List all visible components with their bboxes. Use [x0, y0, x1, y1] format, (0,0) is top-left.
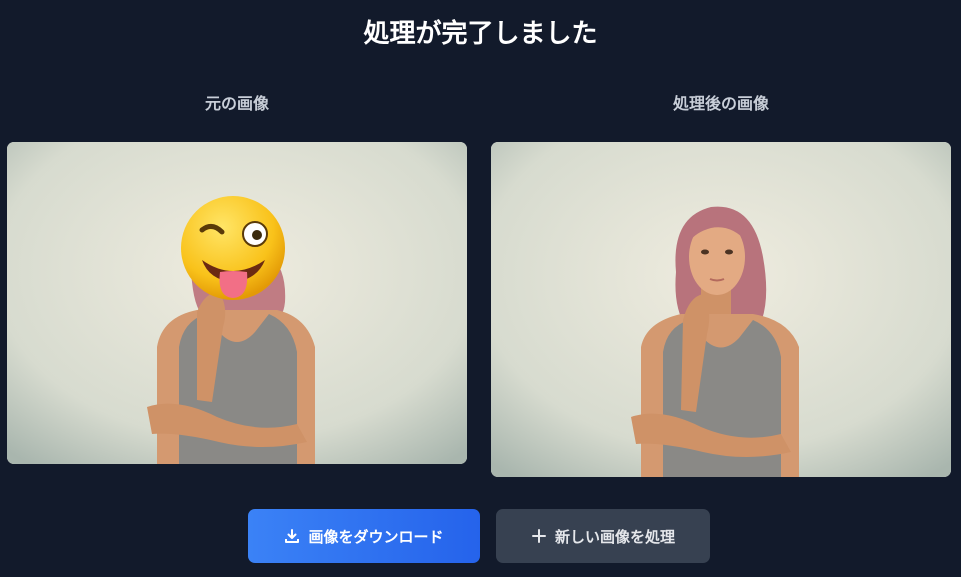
download-button-label: 画像をダウンロード [308, 527, 444, 546]
original-photo-graphic [7, 142, 467, 464]
download-icon [284, 528, 300, 544]
processed-photo-graphic [491, 142, 951, 477]
page-title: 処理が完了しました [363, 19, 598, 49]
original-image-label: 元の画像 [204, 94, 269, 113]
original-image [7, 142, 467, 464]
plus-icon [531, 528, 547, 544]
processed-image-label: 処理後の画像 [672, 94, 769, 113]
process-new-image-button[interactable]: 新しい画像を処理 [496, 509, 710, 563]
processed-image [491, 142, 951, 477]
download-button[interactable]: 画像をダウンロード [248, 509, 480, 563]
process-new-image-label: 新しい画像を処理 [554, 527, 675, 546]
